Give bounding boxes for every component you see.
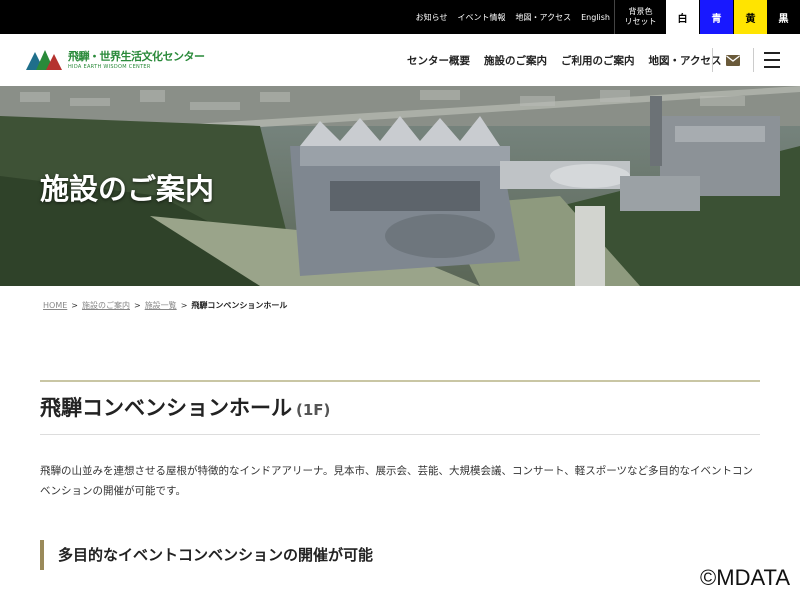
event-info-link[interactable]: イベント情報 xyxy=(458,12,506,23)
bg-reset-label-2: リセット xyxy=(624,17,657,26)
breadcrumb-separator: > xyxy=(180,301,188,310)
bg-yellow-button[interactable]: 黄 xyxy=(734,0,767,34)
mail-icon xyxy=(726,54,740,66)
logo-subtitle: HIDA EARTH WISDOM CENTER xyxy=(68,64,151,70)
breadcrumb-home[interactable]: HOME xyxy=(43,301,67,310)
site-header: 飛騨・世界生活文化センター HIDA EARTH WISDOM CENTER セ… xyxy=(0,34,800,86)
nav-center-overview[interactable]: センター概要 xyxy=(407,53,470,68)
breadcrumb: HOME > 施設のご案内 > 施設一覧 > 飛騨コンベンションホール xyxy=(43,300,287,311)
breadcrumb-separator: > xyxy=(133,301,141,310)
bg-color-reset-button[interactable]: 背景色 リセット xyxy=(614,0,666,34)
floor-label: (1F) xyxy=(296,401,331,419)
title-top-rule xyxy=(40,380,760,382)
page-title-text: 飛騨コンベンションホール xyxy=(40,396,292,420)
hero-banner: 施設のご案内 xyxy=(0,86,800,286)
site-logo[interactable]: 飛騨・世界生活文化センター HIDA EARTH WISDOM CENTER xyxy=(26,48,205,70)
section-heading: 多目的なイベントコンベンションの開催が可能 xyxy=(40,540,760,570)
nav-facility-guide[interactable]: 施設のご案内 xyxy=(484,53,547,68)
hamburger-menu-icon[interactable] xyxy=(762,50,782,70)
bg-reset-label-1: 背景色 xyxy=(628,7,653,16)
contact-button[interactable] xyxy=(712,48,754,72)
bg-white-button[interactable]: 白 xyxy=(666,0,699,34)
main-nav: センター概要 施設のご案内 ご利用のご案内 地図・アクセス xyxy=(407,34,721,86)
breadcrumb-current: 飛騨コンベンションホール xyxy=(191,301,288,310)
hero-title: 施設のご案内 xyxy=(40,172,215,206)
english-link[interactable]: English xyxy=(581,13,610,22)
breadcrumb-facility-list[interactable]: 施設一覧 xyxy=(145,300,177,311)
map-access-link[interactable]: 地図・アクセス xyxy=(516,12,572,23)
bg-blue-button[interactable]: 青 xyxy=(700,0,733,34)
breadcrumb-separator: > xyxy=(71,301,78,310)
mountain-logo-icon xyxy=(26,50,62,70)
page-title: 飛騨コンベンションホール (1F) xyxy=(40,392,330,422)
copyright-watermark: ©MDATA xyxy=(700,565,790,590)
utility-bar: お知らせ イベント情報 地図・アクセス English 背景色 リセット 白 青… xyxy=(0,0,800,34)
title-bottom-rule xyxy=(40,434,760,435)
breadcrumb-facility-guide[interactable]: 施設のご案内 xyxy=(82,300,130,311)
logo-name: 飛騨・世界生活文化センター xyxy=(68,50,205,63)
bg-black-button[interactable]: 黒 xyxy=(767,0,800,34)
news-link[interactable]: お知らせ xyxy=(416,12,448,23)
facility-description: 飛騨の山並みを連想させる屋根が特徴的なインドアアリーナ。見本市、展示会、芸能、大… xyxy=(40,465,754,497)
nav-map-access[interactable]: 地図・アクセス xyxy=(649,53,722,68)
nav-usage-guide[interactable]: ご利用のご案内 xyxy=(561,53,635,68)
utility-links: お知らせ イベント情報 地図・アクセス English xyxy=(416,0,610,34)
